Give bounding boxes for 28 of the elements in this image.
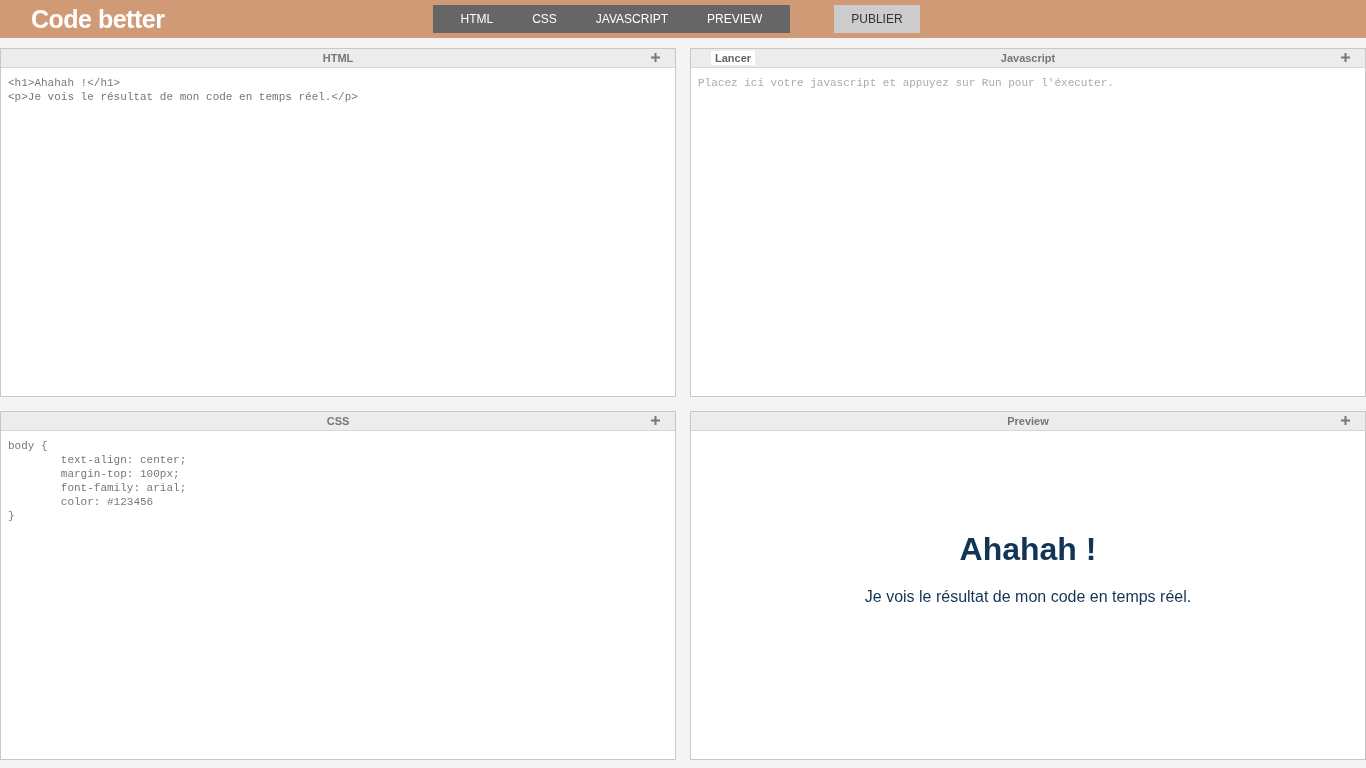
editor-placeholder: Placez ici votre javascript et appuyez sur Run pour l'éxecuter. [698,76,1115,90]
code-line: body { [8,439,49,453]
code-line: font-family: arial; [59,481,188,495]
code-line: } [8,509,16,523]
code-line: <p>Je vois le résultat de mon code en temps réel.</p> [8,90,359,104]
preview-paragraph: Je vois le résultat de mon code en temps réel. [864,588,1192,606]
code-line: color: #123456 [59,495,155,509]
panel-title: CSS [326,415,350,427]
run-button[interactable]: Lancer [711,51,756,65]
nav-link[interactable]: CSS [512,12,577,26]
code-editor[interactable]: <h1>Ahahah !</h1> <p>Je vois le résultat de mon code en temps réel.</p> [1,68,675,396]
code-line: margin-top: 100px; [59,467,181,481]
preview-heading: Ahahah ! [959,531,1097,568]
code-line: text-align: center; [59,453,188,467]
code-editor[interactable]: body { text-align: center; margin-top: 100px; font-family: arial; color: #123456 } [1,431,675,759]
nav-link[interactable]: JAVASCRIPT [576,12,688,26]
plus-icon[interactable] [651,416,660,425]
publish-button[interactable]: PUBLIER [833,5,920,33]
logo: Code better [31,4,166,34]
code-line: <h1>Ahahah !</h1> [8,76,122,90]
panel-title: Preview [1007,415,1049,427]
plus-icon[interactable] [1341,416,1350,425]
nav-link[interactable]: HTML [441,12,513,26]
plus-icon[interactable] [1341,53,1350,62]
panel-title: Javascript [1000,52,1056,64]
nav-link[interactable]: PREVIEW [687,12,782,26]
panel-title: HTML [322,52,354,64]
plus-icon[interactable] [651,53,660,62]
